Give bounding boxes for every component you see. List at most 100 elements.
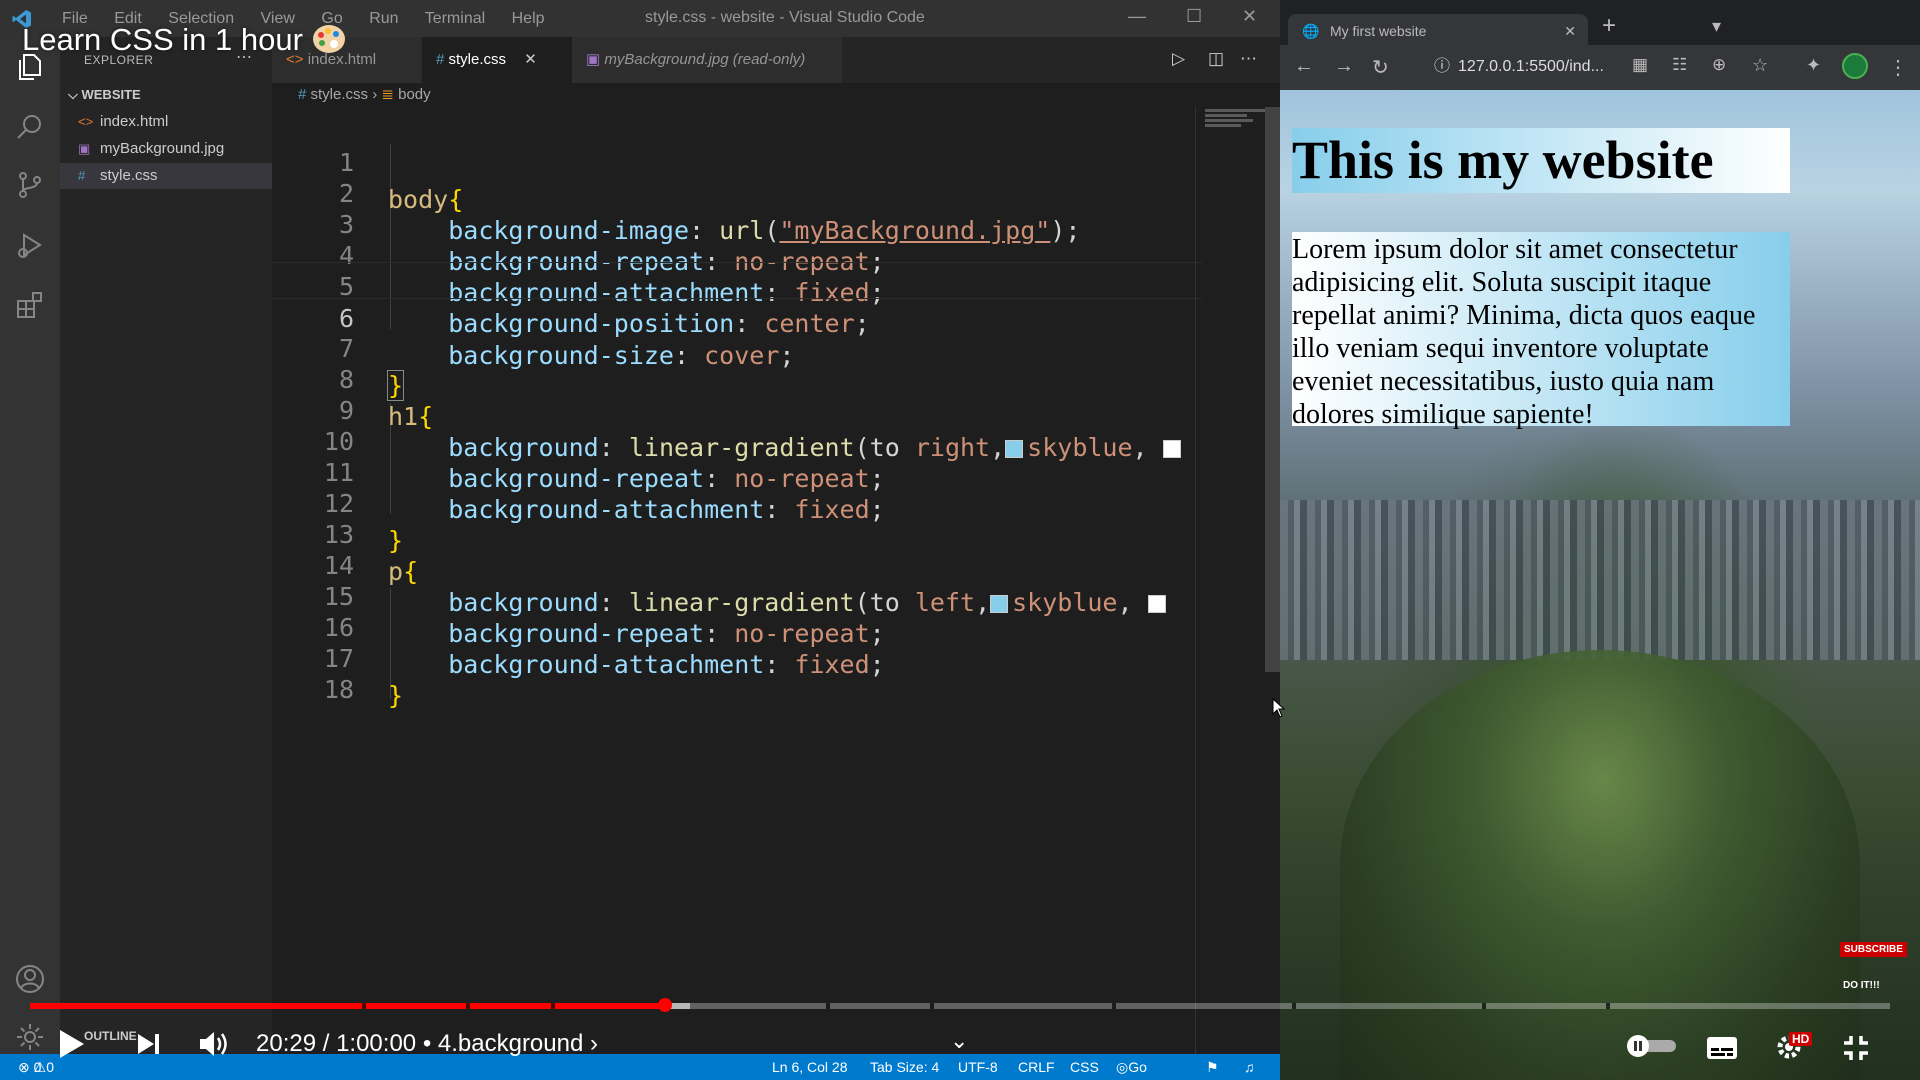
zoom-icon[interactable]: ⊕ [1712,55,1726,75]
next-icon[interactable] [136,1032,162,1061]
folder-website[interactable]: ⌵ WEBSITE [68,87,141,103]
new-tab-icon[interactable]: + [1602,12,1616,40]
file-index-html[interactable]: <> index.html [60,109,272,135]
close-tab-icon[interactable]: ✕ [524,51,537,68]
forward-icon[interactable]: → [1334,55,1354,78]
code-line: 18 [272,634,1202,704]
errors-status[interactable]: ⊗ 0 ⚠ 0 [18,1054,54,1080]
video-title[interactable]: Learn CSS in 1 hour [22,22,346,58]
video-time: 20:29 / 1:00:00 • 4.background › [256,1030,598,1058]
go-live-button[interactable]: ◎ Go Live [1116,1054,1147,1080]
image-file-icon: ▣ [586,51,601,68]
minimap[interactable] [1205,107,1265,147]
menu-terminal[interactable]: Terminal [425,10,485,27]
image-file-icon: ▣ [78,141,91,156]
split-editor-icon[interactable]: ◫ [1208,49,1224,69]
chapter-marker [466,1003,470,1009]
minimize-icon[interactable]: — [1128,6,1146,27]
maximize-icon[interactable]: ☐ [1186,6,1202,27]
back-icon[interactable]: ← [1294,55,1314,78]
breadcrumb-symbol[interactable]: body [398,86,431,103]
close-window-icon[interactable]: ✕ [1242,6,1257,27]
menu-help[interactable]: Help [512,10,545,27]
exit-fullscreen-icon[interactable] [1842,1034,1870,1067]
run-file-icon[interactable]: ▷ [1172,49,1185,69]
settings-gear-icon[interactable] [14,1021,46,1053]
chevron-down-icon[interactable]: ⌄ [950,1028,968,1054]
activity-bar [0,37,60,1054]
globe-icon: 🌐 [1302,23,1320,39]
extensions-puzzle-icon[interactable]: ✦ [1806,55,1821,76]
reload-icon[interactable]: ↻ [1372,55,1389,80]
page-paragraph: Lorem ipsum dolor sit amet consectetur a… [1292,232,1790,430]
hd-badge: HD [1789,1032,1813,1046]
extensions-icon[interactable] [14,289,46,321]
browser-menu-icon[interactable]: ⋮ [1888,55,1908,80]
notifications-bell-icon[interactable]: ♫ [1244,1054,1255,1080]
tab-search-icon[interactable]: ▾ [1712,16,1721,37]
browser-tab[interactable]: 🌐 My first website ✕ [1288,14,1588,49]
file-style-css[interactable]: # style.css [60,163,272,189]
css-file-icon: # [436,51,445,68]
code-editor[interactable]: 1 body{ 2 background-image: url("myBackg… [272,107,1280,1054]
encoding[interactable]: UTF-8 [958,1054,998,1080]
time-display: 20:29 / 1:00:00 [256,1030,417,1057]
css-file-icon: # [298,86,307,103]
tab-mybackground-jpg[interactable]: ▣ myBackground.jpg (read-only) [572,37,842,83]
browser-tab-strip: 🌐 My first website ✕ + ▾ [1280,10,1920,49]
breadcrumb: # style.css › ≣ body [272,83,1280,107]
language-mode[interactable]: CSS [1070,1054,1099,1080]
volume-icon[interactable] [198,1030,230,1063]
file-label: index.html [100,113,169,130]
minimap-divider [1195,107,1196,1054]
source-control-icon[interactable] [14,169,46,201]
browser-tab-title: My first website [1330,23,1427,39]
code-text: } [388,681,404,710]
chapter-marker [1482,1003,1486,1009]
css-file-icon: # [78,168,86,183]
profile-avatar[interactable] [1842,53,1868,79]
url-text: 127.0.0.1:5500/ind... [1458,58,1604,75]
feedback-icon[interactable]: ⚑ [1206,1054,1219,1080]
line-ending[interactable]: CRLF [1018,1054,1055,1080]
run-debug-icon[interactable] [14,229,46,261]
play-icon[interactable] [58,1028,86,1065]
account-icon[interactable] [14,963,46,995]
subtitles-icon[interactable] [1706,1036,1738,1065]
error-count: 0 [33,1059,42,1075]
breadcrumb-file[interactable]: style.css [311,86,369,103]
tab-label: style.css [448,51,507,68]
editor-more-icon[interactable]: ⋯ [1240,49,1257,69]
search-icon[interactable] [14,111,46,143]
close-tab-icon[interactable]: ✕ [1564,14,1576,49]
tab-label: myBackground.jpg (read-only) [604,51,806,68]
chapter-title[interactable]: • 4.background [423,1030,584,1057]
video-progress-played [30,1003,665,1009]
bookmark-star-icon[interactable]: ☆ [1752,55,1768,76]
chapter-marker [362,1003,366,1009]
subscribe-watermark[interactable]: SUBSCRIBE [1840,942,1907,957]
video-scrubber-handle[interactable] [658,998,672,1012]
file-mybackground-jpg[interactable]: ▣ myBackground.jpg [60,136,272,162]
editor-scrollbar-thumb[interactable] [1265,107,1280,672]
explorer-sidebar: EXPLORER ⋯ ⌵ WEBSITE <> index.html ▣ myBac… [60,37,272,1054]
autoplay-toggle[interactable] [1624,1034,1678,1063]
chapter-marker [1606,1003,1610,1009]
chevron-down-icon: ⌵ [68,87,78,102]
menu-run[interactable]: Run [369,10,398,27]
palette-icon [312,22,346,57]
cursor-position[interactable]: Ln 6, Col 28 [772,1054,848,1080]
warning-count: 0 [46,1059,54,1075]
chapter-marker [551,1003,555,1009]
qr-code-icon[interactable]: ▦ [1632,55,1648,75]
browser-toolbar: ← → ↻ ⓘ 127.0.0.1:5500/ind... ▦ ☷ ⊕ ☆ ✦ ⋮ [1280,45,1920,90]
status-bar: ⊗ 0 ⚠ 0 Ln 6, Col 28 Tab Size: 4 UTF-8 C… [0,1054,1280,1080]
tab-size[interactable]: Tab Size: 4 [870,1054,939,1080]
doit-watermark: DO IT!!! [1843,980,1880,991]
chevron-right-icon: › [372,86,378,103]
outline-section[interactable]: OUTLINE [84,1029,137,1043]
tab-style-css[interactable]: # style.css ✕ [422,37,572,83]
translate-icon[interactable]: ☷ [1672,55,1687,75]
window-title: style.css - website - Visual Studio Code [645,9,925,26]
chapter-marker [826,1003,830,1009]
